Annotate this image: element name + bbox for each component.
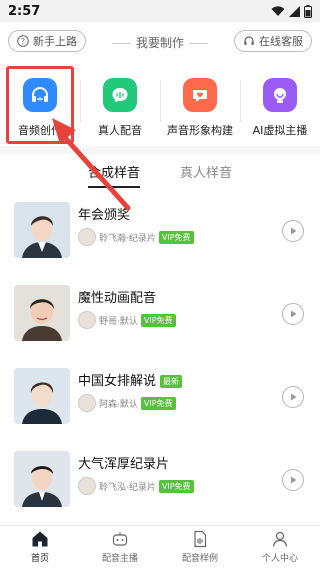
nav-anchors[interactable]: 配音主播	[80, 526, 160, 569]
play-icon	[291, 393, 297, 401]
nav-label: 首页	[30, 554, 49, 564]
headset-service-icon	[243, 35, 255, 47]
item-title-text: 年会颁奖	[78, 208, 131, 223]
tool-grid: 音频创作 真人配音 声音形象构建 AI虚拟主播	[0, 66, 320, 144]
voice-avatar	[78, 228, 96, 246]
sample-tabs: 合成样音 真人样音	[0, 158, 320, 188]
voice-avatar	[78, 311, 96, 329]
play-button[interactable]	[282, 469, 304, 491]
tool-label: 声音形象构建	[167, 124, 233, 137]
avatar	[14, 285, 70, 341]
nav-home[interactable]: 首页	[0, 526, 80, 569]
robot-face-icon	[112, 532, 128, 546]
voice-name: 阿森·默认	[99, 399, 138, 410]
nav-profile[interactable]: 个人中心	[240, 526, 320, 569]
item-title: 中国女排解说 最新	[78, 370, 183, 389]
audio-file-icon	[194, 530, 207, 548]
voice-name: 聆飞瀚·纪录片	[99, 233, 156, 244]
voice-name: 聆飞泓·纪录片	[99, 482, 156, 493]
person-icon	[272, 531, 288, 547]
status-time: 2:57	[8, 3, 41, 19]
headphones-icon	[23, 78, 57, 112]
status-bar: 2:57	[0, 0, 320, 22]
tab-human-samples[interactable]: 真人样音	[180, 158, 232, 188]
voice-avatar	[78, 477, 96, 495]
signal-icon	[289, 5, 300, 17]
play-button[interactable]	[282, 303, 304, 325]
item-title-text: 大气浑厚纪录片	[78, 457, 170, 472]
new-badge: 最新	[160, 375, 183, 388]
avatar	[14, 451, 70, 507]
home-icon	[32, 531, 48, 547]
virtual-anchor-icon	[263, 78, 297, 112]
voice-info: 聆飞瀚·纪录片 VIP免费	[78, 228, 194, 246]
voice-avatar	[78, 394, 96, 412]
nav-samples[interactable]: 配音样例	[160, 526, 240, 569]
item-title-text: 魔性动画配音	[78, 291, 157, 306]
section-title-text: 我要制作	[135, 36, 184, 50]
voice-name: 野哥·默认	[99, 316, 138, 327]
tool-label: AI虚拟主播	[252, 124, 308, 137]
bottom-nav: 首页 配音主播 配音样例 个人中心	[0, 525, 320, 569]
wifi-icon	[271, 5, 285, 16]
battery-icon	[304, 4, 312, 18]
list-item[interactable]: 大气浑厚纪录片 聆飞泓·纪录片 VIP免费	[0, 445, 320, 528]
nav-label: 个人中心	[261, 554, 298, 564]
voice-heart-icon	[183, 78, 217, 112]
status-icons	[271, 4, 312, 18]
tab-synth-samples[interactable]: 合成样音	[87, 158, 141, 188]
avatar	[14, 368, 70, 424]
tool-label: 音频创作	[18, 124, 62, 137]
item-title-text: 中国女排解说	[78, 374, 157, 389]
play-icon	[291, 476, 297, 484]
voice-info: 野哥·默认 VIP免费	[78, 311, 176, 329]
header-row: ? 新手上路 我要制作 在线客服	[0, 28, 320, 56]
voice-info: 聆飞泓·纪录片 VIP免费	[78, 477, 194, 495]
item-title: 魔性动画配音	[78, 287, 156, 306]
list-item[interactable]: 年会颁奖 聆飞瀚·纪录片 VIP免费	[0, 196, 320, 279]
customer-service-button[interactable]: 在线客服	[234, 30, 312, 52]
item-title: 大气浑厚纪录片	[78, 453, 169, 472]
play-icon	[291, 227, 297, 235]
section-divider	[0, 146, 320, 154]
title-line-right	[190, 43, 208, 44]
avatar	[14, 202, 70, 258]
vip-badge: VIP免费	[140, 396, 176, 410]
vip-badge: VIP免费	[140, 313, 176, 327]
tool-human-dubbing[interactable]: 真人配音	[80, 66, 160, 144]
list-item[interactable]: 中国女排解说 最新 阿森·默认 VIP免费	[0, 362, 320, 445]
item-title: 年会颁奖	[78, 204, 130, 223]
tool-ai-anchor[interactable]: AI虚拟主播	[240, 66, 320, 144]
sample-list: 年会颁奖 聆飞瀚·纪录片 VIP免费 魔性动画配音 野哥·默认 VIP免费 中国…	[0, 196, 320, 528]
tool-audio-creation[interactable]: 音频创作	[0, 66, 80, 144]
tool-label: 真人配音	[98, 124, 142, 137]
voice-info: 阿森·默认 VIP免费	[78, 394, 176, 412]
chat-bubble-icon	[103, 78, 137, 112]
nav-label: 配音主播	[101, 554, 138, 564]
tool-voice-image[interactable]: 声音形象构建	[160, 66, 240, 144]
nav-label: 配音样例	[181, 554, 218, 564]
list-item[interactable]: 魔性动画配音 野哥·默认 VIP免费	[0, 279, 320, 362]
title-line-left	[111, 43, 130, 44]
service-label: 在线客服	[259, 35, 303, 48]
play-button[interactable]	[282, 386, 304, 408]
play-icon	[291, 310, 297, 318]
vip-badge: VIP免费	[158, 479, 194, 493]
vip-badge: VIP免费	[158, 230, 194, 244]
play-button[interactable]	[282, 220, 304, 242]
